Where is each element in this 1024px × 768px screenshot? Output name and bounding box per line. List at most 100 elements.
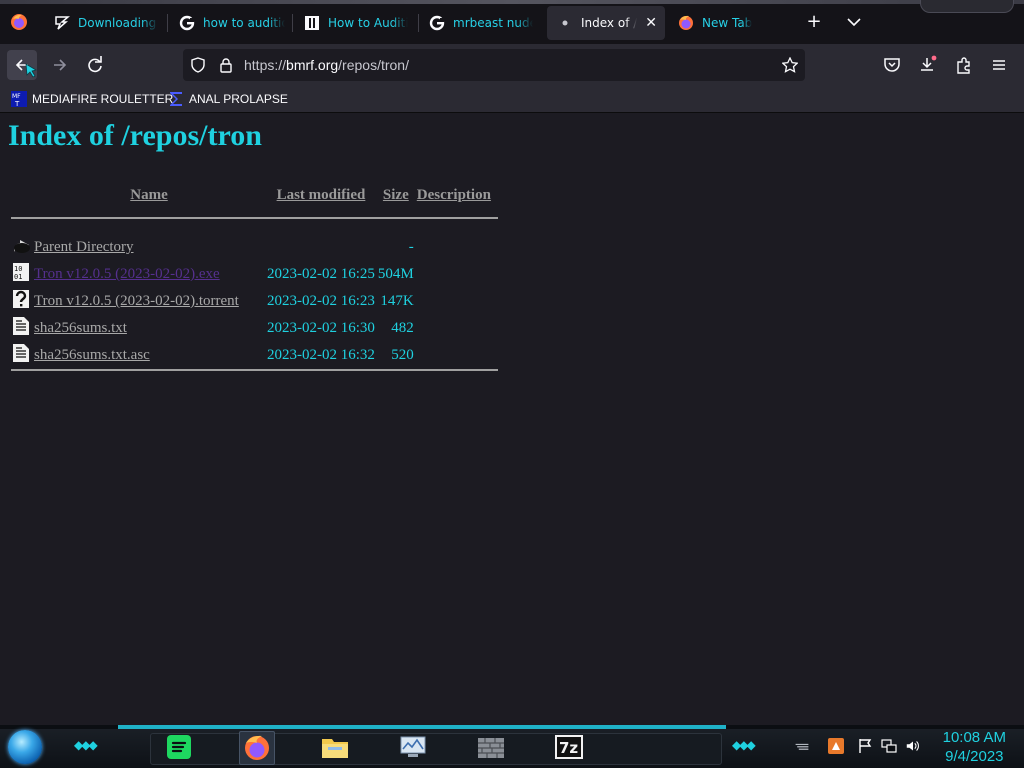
file-link-torrent[interactable]: Tron v12.0.5 (2023-02-02).torrent: [34, 293, 239, 309]
window-frame-notch: [920, 0, 1014, 13]
lightning-icon: [54, 15, 70, 31]
close-tab-icon[interactable]: ✕: [645, 15, 657, 31]
firewall-icon[interactable]: [474, 731, 508, 763]
start-button[interactable]: [8, 730, 42, 764]
description-cell: [417, 289, 491, 314]
file-link-sha256sums-asc[interactable]: sha256sums.txt.asc: [34, 347, 150, 363]
size-column-header[interactable]: Size: [378, 181, 414, 209]
tab-new-tab[interactable]: New Tab: [678, 6, 778, 40]
bookmark-anal-prolapse[interactable]: ANAL PROLAPSE: [168, 90, 288, 108]
action-center-flag-icon[interactable]: [857, 738, 873, 754]
size-cell: 482: [391, 320, 414, 336]
footer-divider: [11, 369, 498, 371]
file-link-exe[interactable]: Tron v12.0.5 (2023-02-02).exe: [34, 266, 220, 282]
file-link-sha256sums[interactable]: sha256sums.txt: [34, 320, 127, 336]
volume-icon[interactable]: [905, 738, 921, 754]
size-cell: 504M: [377, 266, 414, 282]
size-cell: 147K: [380, 293, 414, 309]
window-frame-top: [0, 0, 1024, 4]
tab-label: Downloading C: [78, 16, 158, 30]
svg-text:MF: MF: [12, 93, 21, 100]
description-column-header[interactable]: Description: [417, 181, 491, 209]
back-arrow-icon: [15, 59, 37, 78]
lock-icon[interactable]: [218, 57, 234, 73]
clock-date: 9/4/2023: [945, 748, 1004, 765]
taskbar: ◆◆◆ ◆◆◆ 7z 10:08 AM 9/4/2023: [0, 725, 1024, 768]
table-row: sha256sums.txt.asc 2023-02-02 16:32 520: [11, 343, 491, 368]
svg-text:7z: 7z: [559, 739, 578, 757]
page-icon: [304, 15, 320, 31]
bookmark-label: ANAL PROLAPSE: [189, 92, 288, 106]
header-spacer: [11, 211, 491, 233]
chevron-decoration: ◆◆◆: [74, 738, 98, 752]
url-text[interactable]: https://bmrf.org/repos/tron/: [244, 57, 409, 73]
bookmark-mediafire-rouletter[interactable]: MF T MEDIAFIRE ROULETTER: [11, 90, 173, 108]
table-row: Tron v12.0.5 (2023-02-02).torrent 2023-0…: [11, 289, 491, 314]
svg-text:T: T: [14, 100, 20, 107]
header-divider: [11, 217, 498, 219]
navigation-toolbar: https://bmrf.org/repos/tron/: [0, 44, 1024, 86]
google-icon: [179, 15, 195, 31]
back-button[interactable]: [7, 50, 37, 80]
monitor-icon[interactable]: [396, 731, 430, 763]
url-path: /repos/tron/: [338, 57, 409, 73]
google-icon: [429, 15, 445, 31]
page-content: Index of /repos/tron Name Last modified …: [0, 113, 1024, 725]
firefox-taskbar-icon[interactable]: [239, 731, 275, 765]
modified-cell: 2023-02-02 16:25: [267, 266, 375, 282]
spotify-icon[interactable]: [162, 731, 196, 763]
text-file-icon: [11, 343, 31, 368]
new-tab-button[interactable]: +: [804, 12, 824, 32]
tab-label: How to Auditio: [328, 16, 408, 30]
file-explorer-icon[interactable]: [318, 731, 352, 763]
tracking-protection-shield-icon[interactable]: [190, 57, 206, 73]
firefox-menu-icon[interactable]: [10, 13, 28, 31]
modified-cell: 2023-02-02 16:23: [267, 293, 375, 309]
tab-how-to-auditio[interactable]: How to Auditio: [304, 6, 408, 40]
system-clock[interactable]: 10:08 AM 9/4/2023: [943, 728, 1006, 766]
tab-strip: Downloading C how to audition How to Aud…: [0, 0, 1024, 45]
app-tray-icon[interactable]: [828, 738, 844, 754]
pocket-icon[interactable]: [881, 54, 903, 76]
tab-separator: [418, 14, 419, 32]
tab-label: Index of /repos/tron: [581, 16, 638, 30]
clock-time: 10:08 AM: [942, 729, 1006, 746]
header-row: Name Last modified Size Description: [11, 181, 491, 209]
directory-listing: Name Last modified Size Description Pare…: [8, 179, 494, 370]
unknown-file-icon: [11, 289, 31, 314]
firefox-icon: [678, 15, 694, 31]
description-cell: [417, 235, 491, 260]
extensions-icon[interactable]: [953, 54, 975, 76]
description-cell: [417, 316, 491, 341]
hamburger-menu-icon[interactable]: [988, 54, 1010, 76]
size-cell: 520: [391, 347, 414, 363]
table-row: sha256sums.txt 2023-02-02 16:30 482: [11, 316, 491, 341]
list-all-tabs-icon[interactable]: [844, 12, 864, 32]
reload-button[interactable]: [80, 50, 110, 80]
tab-separator: [167, 14, 168, 32]
address-bar[interactable]: https://bmrf.org/repos/tron/: [183, 49, 805, 81]
taskbar-app-area: [150, 733, 722, 765]
table-row: 10 01 Tron v12.0.5 (2023-02-02).exe 2023-…: [11, 262, 491, 287]
tab-downloading[interactable]: Downloading C: [54, 6, 158, 40]
forward-arrow-icon: [54, 59, 67, 71]
name-column-header[interactable]: Name: [34, 181, 264, 209]
tab-index-of-repos-tron[interactable]: Index of /repos/tron ✕: [547, 6, 665, 40]
parent-directory-link[interactable]: Parent Directory: [34, 239, 134, 255]
binary-icon: 10 01: [11, 262, 31, 287]
7zip-icon[interactable]: 7z: [552, 731, 586, 763]
description-cell: [417, 262, 491, 287]
forward-button[interactable]: [45, 50, 75, 80]
downloads-icon[interactable]: [917, 54, 939, 76]
tab-how-to-audition[interactable]: how to audition: [179, 6, 285, 40]
tab-label: how to audition: [203, 16, 285, 30]
size-cell: -: [408, 239, 414, 255]
sigma-icon: [168, 91, 184, 107]
bookmark-star-icon[interactable]: [781, 56, 799, 73]
network-icon[interactable]: [881, 738, 897, 754]
svg-text:10: 10: [14, 265, 22, 273]
show-hidden-icons-icon[interactable]: [794, 738, 810, 754]
tab-search-results[interactable]: mrbeast nudes: [429, 6, 533, 40]
mediafire-icon: MF T: [11, 91, 27, 108]
last-modified-column-header[interactable]: Last modified: [267, 181, 375, 209]
